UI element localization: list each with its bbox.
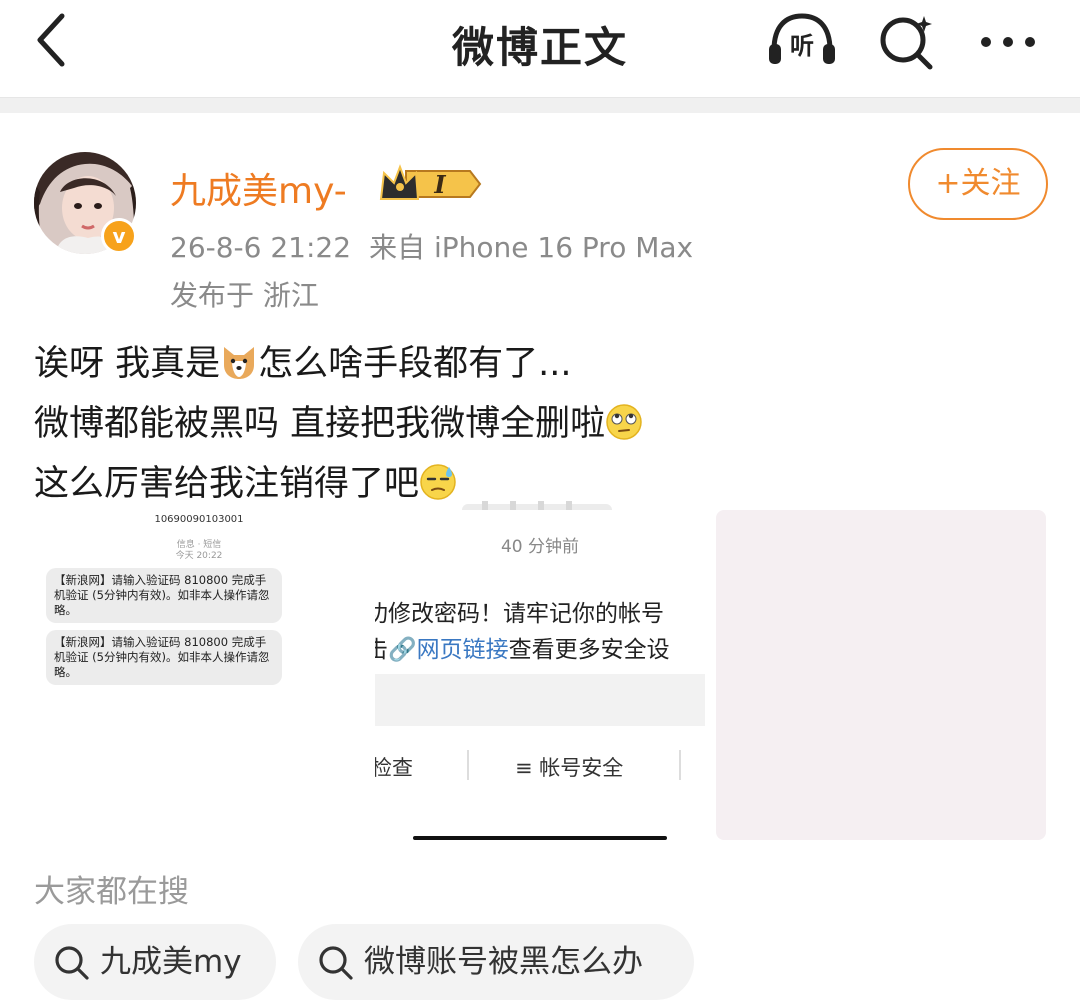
sms-bubble-2: 【新浪网】请输入验证码 810800 完成手机验证 (5分钟内有效)。如非本人操… (46, 630, 282, 685)
sms-sender-number: 10690090103001 (154, 514, 244, 525)
sms-meta-line-2: 今天 20:22 (175, 551, 223, 561)
listen-label: 听 (790, 32, 814, 60)
hot-search-chip-label: 九成美my (100, 944, 242, 980)
notice-tab-check: 检查 (375, 756, 413, 780)
hot-search-chip-2[interactable]: 微博账号被黑怎么办 (298, 924, 694, 1000)
post-image-blank[interactable] (716, 510, 1046, 840)
vip-level: I (433, 170, 446, 199)
sms-bubble-1: 【新浪网】请输入验证码 810800 完成手机验证 (5分钟内有效)。如非本人操… (46, 568, 282, 623)
post-image-notice[interactable]: 40 分钟前 功修改密码！请牢记你的帐号 击🔗网页链接查看更多安全设 检查 ≡ … (375, 510, 705, 840)
sms-meta-line-1: 信息 · 短信 (176, 540, 222, 550)
sweat-emoji-icon (420, 464, 456, 500)
search-icon (319, 946, 353, 980)
dog-emoji-icon (224, 347, 255, 379)
hot-search-chip-1[interactable]: 九成美my (34, 924, 276, 1000)
notice-tab-separator (679, 750, 681, 780)
verified-badge-icon: v (101, 218, 137, 254)
more-options-icon[interactable] (976, 22, 1040, 62)
post-line-1: 诶呀 我真是 怎么啥手段都有了... (34, 344, 572, 384)
post-location: 发布于 浙江 (170, 279, 319, 312)
notice-tab-separator (467, 750, 469, 780)
notice-text-line-1: 功修改密码！请牢记你的帐号 (375, 601, 664, 627)
section-divider (0, 97, 1080, 113)
post-meta: 26-8-6 21:22 来自 iPhone 16 Pro Max (170, 226, 693, 266)
vip-crown-badge-icon[interactable]: I (378, 163, 482, 205)
search-icon (55, 946, 89, 980)
post-source: 来自 iPhone 16 Pro Max (369, 231, 694, 264)
notice-gray-band (375, 674, 705, 726)
home-indicator-bar (413, 836, 667, 840)
listen-headphones-icon[interactable]: 听 (766, 12, 838, 68)
post-line-2: 微博都能被黑吗 直接把我微博全删啦 (34, 394, 1044, 454)
post-date: 26-8-6 21:22 (170, 231, 352, 264)
hot-search-chip-label: 微博账号被黑怎么办 (364, 944, 643, 980)
notice-tab-account-security: ≡ 帐号安全 (515, 756, 624, 780)
notice-web-link: 🔗网页链接 (388, 637, 509, 663)
username[interactable]: 九成美my- (170, 162, 347, 214)
top-nav-bar: 微博正文 听 (0, 0, 1080, 96)
hot-search-title: 大家都在搜 (34, 874, 189, 910)
eye-roll-emoji-icon (606, 404, 642, 440)
post-body: 诶呀 我真是 怎么啥手段都有了... 微博都能被黑吗 直接把我微博全删啦 这么厉… (34, 334, 1044, 514)
notice-text-line-2: 击🔗网页链接查看更多安全设 (375, 637, 670, 663)
post-image-sms[interactable]: 10690090103001 信息 · 短信 今天 20:22 【新浪网】请输入… (34, 510, 364, 840)
search-icon[interactable] (876, 10, 938, 72)
notice-time: 40 分钟前 (500, 537, 580, 557)
follow-button[interactable]: +关注 (908, 148, 1048, 220)
